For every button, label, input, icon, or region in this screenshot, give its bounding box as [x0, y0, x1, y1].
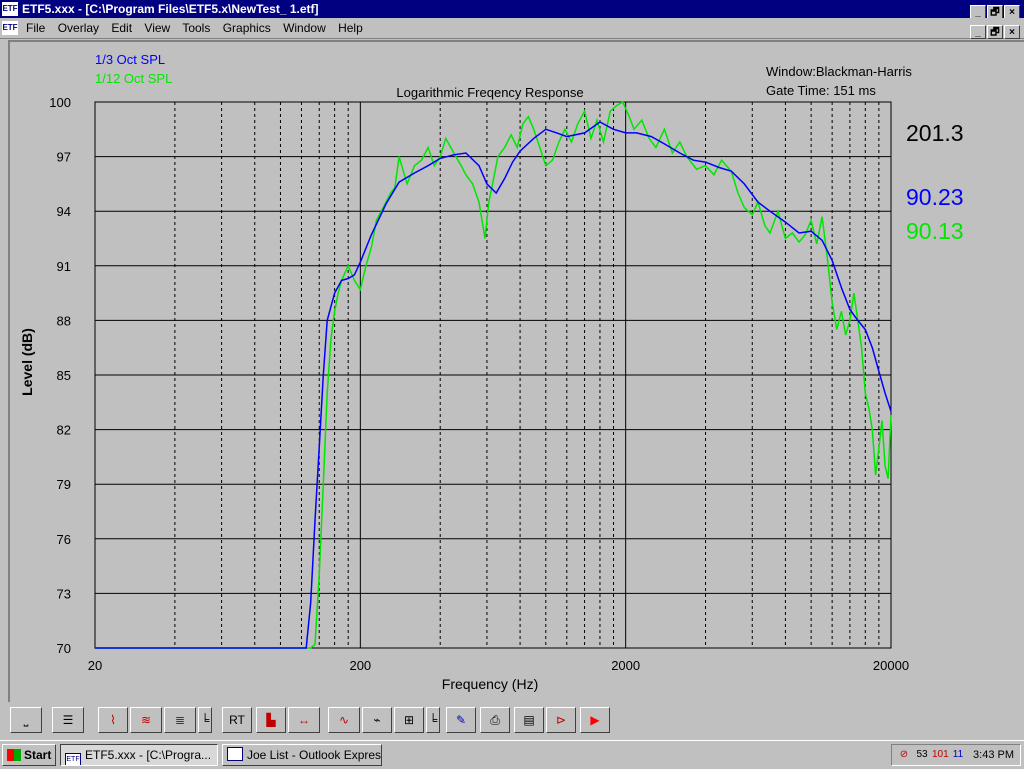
waveform-button[interactable]: ⌇ [98, 707, 128, 733]
signal-button[interactable]: ⊳ [546, 707, 576, 733]
menu-tools[interactable]: Tools [182, 21, 210, 35]
system-tray: ⊘ 53 101 11 3:43 PM [891, 744, 1021, 766]
windows-flag-icon [7, 749, 21, 761]
chart-title: Logarithmic Freqency Response [396, 85, 583, 100]
run-button[interactable]: ▶ [580, 707, 610, 733]
y-tick-label: 94 [57, 204, 71, 219]
y-tick-label: 82 [57, 423, 71, 438]
menu-window[interactable]: Window [283, 21, 326, 35]
y-tick-label: 85 [57, 368, 71, 383]
x-tick-label: 2000 [611, 658, 640, 673]
chart-panel[interactable]: 20 200 2000 20000 70 73 76 79 82 85 88 91 94 97 100 1/… [8, 40, 1024, 702]
doc-restore-button[interactable]: 🗗 [987, 25, 1003, 39]
document-icon[interactable]: ETF [2, 21, 18, 35]
marker-button[interactable]: ╘ [198, 707, 212, 733]
tray-icon-2[interactable]: 53 [914, 748, 930, 762]
menu-edit[interactable]: Edit [111, 21, 132, 35]
restore-button[interactable]: 🗗 [987, 5, 1003, 19]
tray-icon-4[interactable]: 11 [950, 748, 966, 762]
taskbar: Start ETF ETF5.xxx - [C:\Progra... Joe Li… [0, 740, 1024, 769]
color-pick-button[interactable]: ✎ [446, 707, 476, 733]
tool-bar: ⎵ ☰ ⌇ ≋ ≣ ╘ RT ▙ ↔ ∿ ⌁ ⊞ ╘ ✎ ⎙ ▤ ⊳ ▶ [0, 703, 1024, 739]
tray-icon-1[interactable]: ⊘ [896, 748, 912, 762]
doc-close-button[interactable]: × [1004, 25, 1020, 39]
title-bar: ETF ETF5.xxx - [C:\Program Files\ETF5.x\… [0, 0, 1024, 19]
x-tick-label: 20 [88, 658, 102, 673]
y-tick-label: 88 [57, 313, 71, 328]
notes-button[interactable]: ▤ [514, 707, 544, 733]
filter-button[interactable]: ⊞ [394, 707, 424, 733]
close-button[interactable]: × [1004, 5, 1020, 19]
y-tick-label: 79 [57, 477, 71, 492]
minimize-button[interactable]: _ [970, 5, 986, 19]
window-type-info: Window:Blackman-Harris [766, 64, 912, 79]
spectrum-button[interactable]: ≋ [130, 707, 162, 733]
tray-icon-3[interactable]: 101 [932, 748, 949, 762]
start-button[interactable]: Start [2, 744, 56, 766]
gate-time-info: Gate Time: 151 ms [766, 83, 876, 98]
outlook-icon [227, 747, 243, 761]
y-tick-label: 100 [49, 95, 71, 110]
y-tick-label: 91 [57, 259, 71, 274]
menu-bar: ETF File Overlay Edit View Tools Graphic… [0, 18, 1024, 39]
range-button[interactable]: ↔ [288, 707, 320, 733]
readout-main: 201.3 [906, 120, 964, 146]
readout-series-1: 90.23 [906, 184, 964, 210]
rt-button[interactable]: RT [222, 707, 252, 733]
etf-app-icon: ETF [65, 753, 81, 765]
menu-graphics[interactable]: Graphics [223, 21, 271, 35]
pan-tool-button[interactable]: ⎵ [10, 707, 42, 733]
y-tick-label: 73 [57, 586, 71, 601]
task-outlook-express[interactable]: Joe List - Outlook Express [222, 744, 382, 766]
document-controls: _ 🗗 × [969, 21, 1020, 41]
y-tick-label: 97 [57, 150, 71, 165]
task-etf5[interactable]: ETF ETF5.xxx - [C:\Progra... [60, 744, 218, 766]
menu-view[interactable]: View [144, 21, 170, 35]
x-tick-label: 200 [349, 658, 371, 673]
menu-file[interactable]: File [26, 21, 45, 35]
doc-minimize-button[interactable]: _ [970, 25, 986, 39]
print-button[interactable]: ⎙ [480, 707, 510, 733]
bracket-button[interactable]: ╘ [426, 707, 440, 733]
clock: 3:43 PM [973, 749, 1014, 761]
x-tick-label: 20000 [873, 658, 909, 673]
menu-overlay[interactable]: Overlay [58, 21, 99, 35]
readout-series-2: 90.13 [906, 218, 964, 244]
response-button[interactable]: ∿ [328, 707, 360, 733]
window-title: ETF5.xxx - [C:\Program Files\ETF5.x\NewT… [22, 2, 319, 16]
phase-button[interactable]: ⌁ [362, 707, 392, 733]
y-axis-label: Level (dB) [19, 328, 35, 396]
legend-series-1: 1/3 Oct SPL [95, 52, 165, 67]
x-axis-label: Frequency (Hz) [442, 676, 538, 692]
frequency-response-chart[interactable]: 20 200 2000 20000 70 73 76 79 82 85 88 91 94 97 100 1/… [10, 42, 1024, 700]
legend-series-2: 1/12 Oct SPL [95, 71, 172, 86]
waterfall-button[interactable]: ≣ [164, 707, 196, 733]
y-tick-label: 70 [57, 641, 71, 656]
y-tick-label: 76 [57, 532, 71, 547]
slider-tool-button[interactable]: ☰ [52, 707, 84, 733]
app-icon[interactable]: ETF [2, 2, 18, 16]
decay-button[interactable]: ▙ [256, 707, 286, 733]
menu-help[interactable]: Help [338, 21, 363, 35]
